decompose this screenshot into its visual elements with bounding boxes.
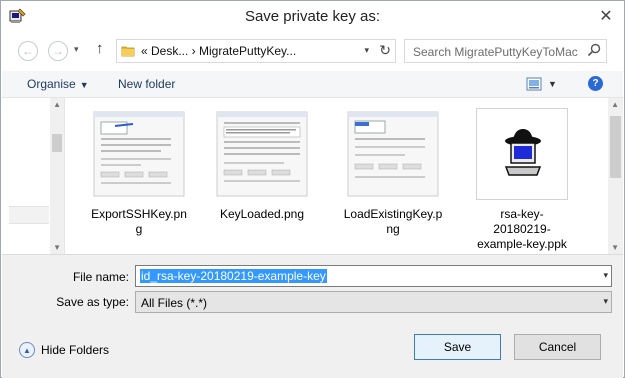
forward-button[interactable]: → xyxy=(48,41,68,61)
file-name: LoadExistingKey.png xyxy=(343,207,443,236)
folder-icon xyxy=(121,46,135,57)
save-as-type-select[interactable]: All Files (*.*) ▾ xyxy=(135,291,612,313)
help-button[interactable]: ? xyxy=(588,76,603,91)
file-list-scrollbar[interactable]: ▲ ▼ xyxy=(608,98,623,254)
file-name: ExportSSHKey.png xyxy=(91,207,187,236)
nav-pane-scrollbar[interactable]: ▲ ▼ xyxy=(50,98,64,254)
chevron-down-icon[interactable]: ▾ xyxy=(603,270,608,281)
breadcrumb[interactable]: « Desk... › MigratePuttyKey... xyxy=(141,44,296,58)
back-arrow-icon: ← xyxy=(22,44,34,58)
scroll-up-icon[interactable]: ▲ xyxy=(53,100,61,109)
search-placeholder: Search MigratePuttyKeyToMac xyxy=(413,45,578,59)
file-item[interactable]: KeyLoaded.png xyxy=(212,108,312,222)
view-options-dropdown[interactable]: ▼ xyxy=(548,79,557,89)
file-item[interactable]: rsa-key-20180219-example-key.ppk xyxy=(472,108,572,252)
file-name-value[interactable]: id_rsa-key-20180219-example-key xyxy=(140,269,327,283)
refresh-button[interactable]: ↻ xyxy=(379,42,391,59)
image-thumbnail-icon xyxy=(347,108,439,200)
file-list-scroll-thumb[interactable] xyxy=(610,116,621,178)
hide-folders-button[interactable]: ▲ Hide Folders xyxy=(19,340,109,360)
change-view-icon[interactable] xyxy=(526,77,542,91)
save-as-type-value: All Files (*.*) xyxy=(141,296,208,310)
navigation-bar: ← → ▾ ↑ « Desk... › MigratePuttyKey... ▾… xyxy=(1,34,624,66)
file-name-field[interactable]: id_rsa-key-20180219-example-key ▾ xyxy=(135,265,612,287)
up-folder-button[interactable]: ↑ xyxy=(96,40,104,57)
file-item[interactable]: LoadExistingKey.png xyxy=(343,108,443,237)
file-item[interactable]: ExportSSHKey.png xyxy=(89,108,189,237)
save-dialog: Save private key as: ✕ ← → ▾ ↑ « Desk...… xyxy=(0,0,625,378)
new-folder-button[interactable]: New folder xyxy=(118,77,175,91)
search-icon xyxy=(587,43,601,57)
nav-pane-scroll-thumb[interactable] xyxy=(52,134,62,152)
chevron-down-icon[interactable]: ▾ xyxy=(603,296,608,307)
address-bar[interactable]: « Desk... › MigratePuttyKey... ▾ ↻ xyxy=(116,39,396,63)
close-button[interactable]: ✕ xyxy=(594,5,618,27)
chevron-down-icon: ▼ xyxy=(79,80,89,90)
organise-label: Organise xyxy=(27,77,76,91)
recent-locations-dropdown[interactable]: ▾ xyxy=(74,44,79,55)
chevron-up-icon: ▲ xyxy=(19,342,35,358)
close-icon: ✕ xyxy=(599,8,613,25)
file-name-label: File name: xyxy=(72,270,129,284)
file-list[interactable]: ExportSSHKey.png KeyLoaded.png LoadExist… xyxy=(65,98,623,254)
help-icon: ? xyxy=(592,78,599,89)
window-title: Save private key as: xyxy=(244,8,381,25)
scroll-down-icon[interactable]: ▼ xyxy=(611,243,619,252)
scroll-down-icon[interactable]: ▼ xyxy=(53,243,61,252)
save-form: File name: id_rsa-key-20180219-example-k… xyxy=(2,254,623,378)
save-as-type-label: Save as type: xyxy=(56,295,129,309)
file-name: rsa-key-20180219-example-key.ppk xyxy=(477,207,567,251)
navigation-pane[interactable]: ▲ ▼ xyxy=(2,98,65,254)
search-input[interactable]: Search MigratePuttyKeyToMac xyxy=(404,39,607,63)
cancel-button[interactable]: Cancel xyxy=(514,334,601,360)
forward-arrow-icon: → xyxy=(52,44,64,58)
address-dropdown[interactable]: ▾ xyxy=(364,45,369,56)
organise-menu-button[interactable]: Organise ▼ xyxy=(27,77,89,91)
putty-key-icon xyxy=(476,108,568,200)
hide-folders-label: Hide Folders xyxy=(41,343,110,357)
back-button[interactable]: ← xyxy=(18,41,38,61)
command-toolbar: Organise ▼ New folder ▼ ? xyxy=(2,71,623,98)
scroll-up-icon[interactable]: ▲ xyxy=(611,100,619,109)
file-name: KeyLoaded.png xyxy=(219,207,305,221)
title-bar: Save private key as: ✕ xyxy=(1,1,624,31)
save-button[interactable]: Save xyxy=(414,334,501,360)
image-thumbnail-icon xyxy=(216,108,308,200)
nav-pane-item[interactable] xyxy=(9,206,49,224)
image-thumbnail-icon xyxy=(93,108,185,200)
